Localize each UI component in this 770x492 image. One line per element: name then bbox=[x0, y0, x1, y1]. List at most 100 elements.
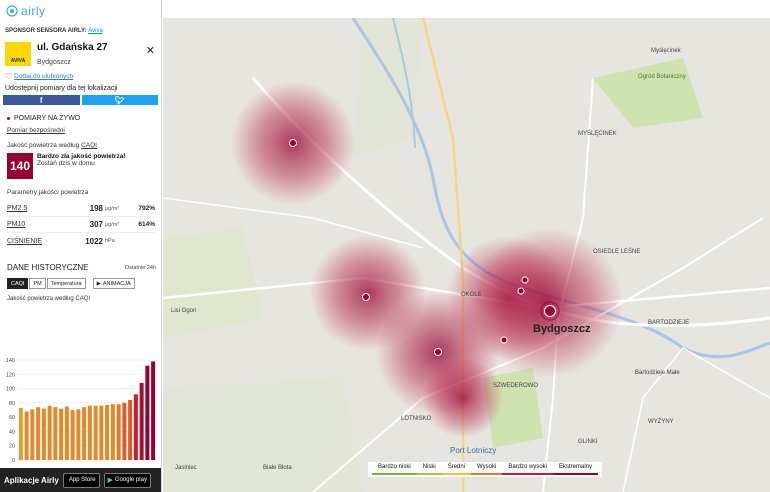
map-district-label: MYŚLĘCINEK bbox=[578, 131, 617, 137]
airly-logo[interactable]: airly bbox=[0, 0, 161, 22]
direct-measurement-link[interactable]: Pomiar bezpośredni bbox=[0, 122, 161, 134]
map-district-label: Myślęcinek bbox=[651, 48, 681, 54]
legend-item: Średni bbox=[441, 464, 472, 475]
chart-bar[interactable] bbox=[145, 365, 150, 460]
sensor-marker[interactable] bbox=[289, 139, 297, 147]
quality-label: Jakość powietrza według CAQI bbox=[0, 134, 161, 149]
map-district-label: GLINKI bbox=[578, 439, 598, 445]
sponsor-logo: AVIVA bbox=[5, 42, 31, 66]
params-table: PM2.5 198 μg/m³ 792% PM10 307 μg/m³ 614%… bbox=[0, 196, 161, 249]
chart-bar[interactable] bbox=[151, 361, 156, 460]
param-row: PM10 307 μg/m³ 614% bbox=[7, 217, 155, 233]
chart-y-tick: 20 bbox=[9, 444, 15, 450]
chart-bar[interactable] bbox=[24, 411, 29, 460]
map-district-label: SZWEDEROWO bbox=[493, 383, 538, 389]
param-name[interactable]: PM2.5 bbox=[7, 205, 69, 212]
chart-bar[interactable] bbox=[70, 410, 75, 460]
legend-item: Wysoki bbox=[471, 464, 503, 475]
sensor-marker[interactable] bbox=[517, 287, 525, 295]
sensor-marker[interactable] bbox=[521, 276, 529, 284]
map-district-label: BARTODZIEJE bbox=[648, 320, 690, 326]
chart-bar[interactable] bbox=[116, 404, 121, 460]
map[interactable]: Bydgoszcz OKOLE SZWEDEROWO LOTNISKO Port… bbox=[163, 18, 770, 492]
legend-item: Niski bbox=[416, 464, 442, 475]
chart-bar[interactable] bbox=[47, 405, 52, 460]
sensor-marker[interactable] bbox=[362, 293, 370, 301]
chart-bar[interactable] bbox=[99, 405, 104, 460]
chart-y-tick: 140 bbox=[6, 358, 15, 364]
map-district-label: Bartodzieje Małe bbox=[635, 370, 680, 376]
add-favorite-link[interactable]: ♡ Dodaj do ulubionych bbox=[0, 66, 161, 81]
sensor-marker[interactable] bbox=[434, 348, 442, 356]
chart-bar[interactable] bbox=[133, 394, 138, 460]
sidebar: airly SPONSOR SENSORA AIRLY: Aviva AVIVA… bbox=[0, 0, 162, 492]
play-icon: ▶ bbox=[96, 280, 101, 287]
map-district-label: LOTNISKO bbox=[401, 416, 432, 422]
chart-bar[interactable] bbox=[82, 407, 87, 460]
legend-item: Bardzo wysoki bbox=[502, 464, 553, 475]
facebook-share-button[interactable]: f bbox=[3, 95, 80, 105]
chart-bar[interactable] bbox=[41, 408, 46, 460]
share-text: Udostępnij pomiary dla tej lokalizacji bbox=[5, 85, 118, 92]
google-play-button[interactable]: ▶ Google play bbox=[103, 472, 151, 488]
chart-title: Jakość powietrza według CAQI bbox=[7, 296, 91, 302]
history-header: DANE HISTORYCZNE Ostatnie 24h bbox=[0, 249, 161, 272]
param-name[interactable]: PM10 bbox=[7, 221, 69, 228]
history-title: DANE HISTORYCZNE bbox=[7, 263, 89, 272]
chart-y-tick: 80 bbox=[9, 401, 15, 407]
chart-bar[interactable] bbox=[59, 408, 64, 460]
chart-bar[interactable] bbox=[87, 405, 92, 460]
history-range: Ostatnie 24h bbox=[124, 264, 156, 271]
apps-label: Aplikacje Airly bbox=[4, 475, 59, 485]
quality-text: Jakość powietrza według bbox=[7, 142, 80, 149]
map-legend: Bardzo niski Niski Średni Wysoki Bardzo … bbox=[368, 462, 603, 477]
chart-bar[interactable] bbox=[36, 407, 41, 460]
chart-bar[interactable] bbox=[93, 405, 98, 460]
facebook-icon: f bbox=[39, 95, 43, 105]
chart-bar[interactable] bbox=[30, 409, 35, 460]
sensor-street: ul. Gdańska 27 bbox=[37, 42, 108, 53]
twitter-icon: 🐦︎ bbox=[114, 95, 125, 105]
animation-button[interactable]: ▶ ANIMACJA bbox=[92, 278, 135, 289]
chart-bar[interactable] bbox=[64, 406, 69, 460]
param-value: 1022 bbox=[85, 236, 103, 246]
brand-name: airly bbox=[21, 4, 46, 18]
sensor-marker[interactable] bbox=[500, 336, 508, 344]
chart-bar[interactable] bbox=[122, 402, 127, 460]
chart-bar[interactable] bbox=[110, 404, 115, 460]
caqi-link[interactable]: CAQI bbox=[81, 142, 97, 149]
heart-icon: ♡ bbox=[5, 72, 13, 81]
apps-bar: Aplikacje Airly App Store ▶ Google play bbox=[0, 468, 161, 492]
play-store-icon: ▶ bbox=[107, 477, 113, 484]
chart-bar[interactable] bbox=[53, 407, 58, 460]
chart-bar[interactable] bbox=[76, 409, 81, 460]
tab-pm[interactable]: PM bbox=[29, 278, 46, 289]
param-value: 198 bbox=[89, 204, 103, 213]
map-district-label: OKOLE bbox=[461, 292, 482, 298]
map-district-label: Ogród Botaniczny bbox=[638, 74, 686, 80]
tab-temperature[interactable]: Temperatura bbox=[46, 278, 86, 289]
param-name[interactable]: CIŚNIENIE bbox=[7, 238, 69, 245]
chart-y-tick: 40 bbox=[9, 429, 15, 435]
map-canvas[interactable] bbox=[163, 18, 770, 492]
selected-sensor-marker[interactable] bbox=[544, 305, 556, 317]
app-store-button[interactable]: App Store bbox=[62, 472, 100, 488]
close-icon[interactable]: ✕ bbox=[146, 44, 155, 57]
social-buttons: f 🐦︎ bbox=[0, 92, 161, 105]
animation-label: ANIMACJA bbox=[102, 280, 131, 287]
sensor-city: Bydgoszcz bbox=[37, 59, 71, 66]
tab-caqi[interactable]: CAQI bbox=[7, 278, 29, 289]
twitter-share-button[interactable]: 🐦︎ bbox=[81, 95, 158, 105]
params-title: Parametry jakości powietrza bbox=[7, 189, 89, 196]
chart-bar[interactable] bbox=[128, 400, 133, 460]
map-district-label: WYŻYNY bbox=[648, 419, 674, 425]
param-unit: μg/m³ bbox=[105, 221, 120, 228]
chart-bar[interactable] bbox=[18, 407, 23, 460]
google-play-label: Google play bbox=[114, 477, 147, 483]
map-district-label: Jasiniec bbox=[175, 465, 197, 471]
sponsor-line: SPONSOR SENSORA AIRLY: Aviva bbox=[0, 22, 161, 34]
chart-bar[interactable] bbox=[105, 405, 110, 460]
param-percent: 614% bbox=[138, 221, 155, 228]
alert-subtitle: Zostań dziś w domu bbox=[37, 160, 95, 167]
chart-bar[interactable] bbox=[139, 382, 144, 460]
